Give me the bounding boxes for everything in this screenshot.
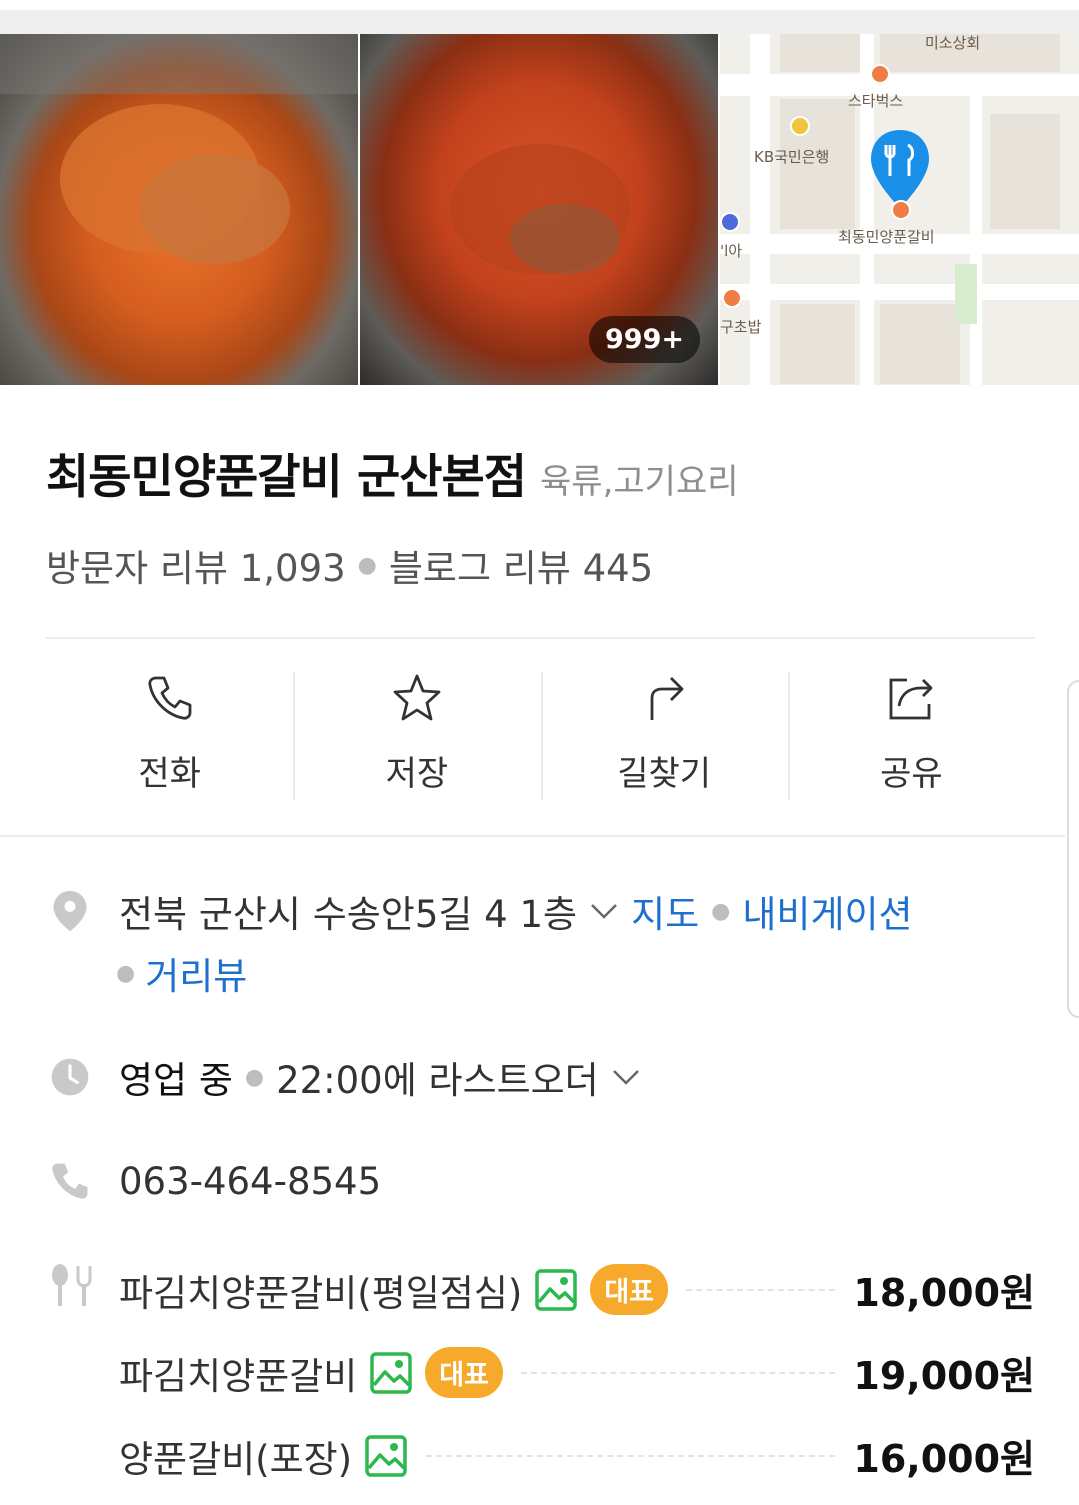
divider: [46, 637, 1035, 639]
restaurant-dot-icon: [891, 200, 911, 220]
signature-badge: 대표: [590, 1264, 668, 1315]
share-label: 공유: [880, 754, 943, 794]
menu-item-price: 19,000원: [853, 1354, 1035, 1398]
map-label-restaurant: 최동민양푼갈비: [838, 228, 935, 246]
hours-row[interactable]: 영업 중 ● 22:00에 라스트오더: [46, 1050, 653, 1104]
food-poi-icon: [722, 288, 742, 308]
phone-row[interactable]: 063-464-8545: [46, 1157, 381, 1205]
food-photo-1[interactable]: [0, 34, 358, 385]
place-category: 육류,고기요리: [540, 462, 739, 502]
last-order-text: 22:00에 라스트오더: [276, 1059, 599, 1102]
image-icon: [535, 1268, 578, 1311]
separator-dot: ●: [357, 552, 377, 578]
call-label: 전화: [138, 754, 201, 794]
share-icon: [889, 678, 933, 720]
streetview-link[interactable]: 거리뷰: [145, 946, 247, 1000]
directions-button[interactable]: 길찾기: [540, 668, 788, 804]
review-summary: 방문자 리뷰 1,093 ● 블로그 리뷰 445: [46, 538, 653, 592]
save-button[interactable]: 저장: [293, 668, 540, 804]
blog-review-link[interactable]: 블로그 리뷰 445: [389, 538, 653, 592]
phone-icon: [148, 676, 192, 720]
phone-icon: [46, 1157, 94, 1205]
directions-label: 길찾기: [617, 754, 712, 794]
map-link[interactable]: 지도: [631, 884, 699, 938]
image-icon: [365, 1434, 407, 1477]
mini-map[interactable]: 미소상회 스타벅스 KB국민은행 최동민양푼갈비 'l아 구초밥: [720, 34, 1079, 385]
dotted-leader: [426, 1454, 836, 1457]
visitor-review-link[interactable]: 방문자 리뷰 1,093: [46, 538, 346, 592]
menu-item-name: 파김치양푼갈비: [119, 1354, 358, 1398]
menu-item-price: 16,000원: [853, 1437, 1035, 1481]
menu-item-name: 파김치양푼갈비(평일점심): [119, 1271, 523, 1315]
place-name: 최동민양푼갈비 군산본점: [46, 450, 527, 505]
place-title-row: 최동민양푼갈비 군산본점 육류,고기요리: [46, 438, 739, 507]
map-pin-small-icon: [720, 212, 740, 232]
call-button[interactable]: 전화: [46, 668, 293, 804]
menu-item[interactable]: 양푼갈비(포장) 16,000원: [119, 1428, 1035, 1483]
star-icon: [393, 674, 441, 721]
food-photo-2[interactable]: 999+: [360, 34, 718, 385]
dotted-leader: [686, 1288, 836, 1291]
menu-item-name: 양푼갈비(포장): [119, 1437, 353, 1481]
location-pin-icon: [46, 887, 94, 935]
map-label-misosanghoe: 미소상회: [925, 34, 981, 52]
separator-dot: ●: [711, 898, 731, 924]
address-row: 전북 군산시 수송안5길 4 1층 지도 ● 내비게이션: [46, 884, 913, 938]
divider: [0, 835, 1065, 837]
status-strip: [0, 0, 1079, 34]
navigation-link[interactable]: 내비게이션: [742, 884, 912, 938]
phone-number[interactable]: 063-464-8545: [119, 1160, 381, 1203]
map-label-left-mid: 'l아: [720, 242, 743, 260]
cafe-icon: [870, 64, 890, 84]
photo-gallery[interactable]: 999+ 미소상회 스타벅스 KB국민은행 최동민양푼갈비 'l아 구초밥: [0, 34, 1079, 385]
restaurant-pin-icon: [871, 130, 929, 208]
map-label-starbucks: 스타벅스: [848, 92, 904, 110]
photo-count-badge: 999+: [589, 316, 700, 363]
image-icon: [370, 1351, 413, 1394]
address-text: 전북 군산시 수송안5길 4 1층: [119, 893, 578, 936]
business-status: 영업 중: [119, 1059, 233, 1102]
map-label-left-bottom: 구초밥: [720, 318, 762, 336]
menu-item[interactable]: 파김치양푼갈비(평일점심) 대표 18,000원: [119, 1262, 1035, 1317]
chevron-down-icon[interactable]: [587, 894, 621, 928]
address-row-2: ● 거리뷰: [116, 946, 247, 1000]
chevron-down-icon[interactable]: [609, 1060, 643, 1094]
bank-icon: [790, 116, 810, 136]
clock-icon: [46, 1053, 94, 1101]
dotted-leader: [520, 1371, 836, 1374]
menu-item-price: 18,000원: [853, 1271, 1035, 1315]
save-label: 저장: [385, 754, 449, 794]
map-label-kb-bank: KB국민은행: [754, 148, 830, 166]
scroll-handle[interactable]: [1067, 680, 1079, 1018]
action-bar: 전화 저장 길찾기 공유: [46, 668, 1035, 804]
utensils-icon: [52, 1264, 92, 1306]
signature-badge: 대표: [425, 1347, 503, 1398]
share-button[interactable]: 공유: [787, 668, 1035, 804]
separator-dot: ●: [244, 1064, 265, 1090]
directions-icon: [650, 677, 684, 720]
separator-dot: ●: [116, 960, 136, 986]
menu-item[interactable]: 파김치양푼갈비 대표 19,000원: [119, 1345, 1035, 1400]
